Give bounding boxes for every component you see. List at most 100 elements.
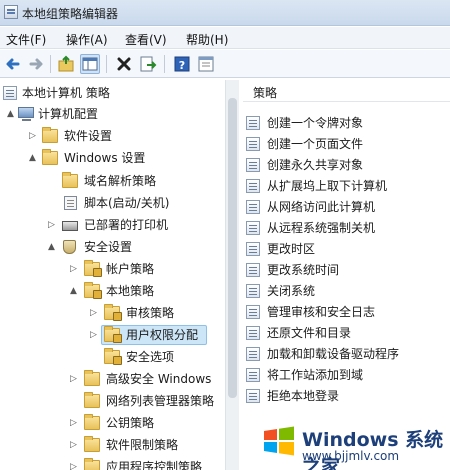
folder-icon (84, 370, 100, 386)
list-item-label: 从扩展坞上取下计算机 (267, 179, 388, 193)
list-item[interactable]: 管理审核和安全日志 (243, 302, 450, 322)
tree-item-software-restriction[interactable]: ▷ 软件限制策略 (0, 435, 224, 455)
tree-item-app-control-policies[interactable]: ▷ 应用程序控制策略 (0, 457, 224, 470)
menu-help[interactable]: 帮助(H) (186, 31, 228, 48)
document-icon (64, 196, 77, 210)
tree-scrollbar[interactable] (225, 80, 239, 470)
policy-icon (246, 326, 260, 340)
list-item[interactable]: 关闭系统 (243, 281, 450, 301)
tree-item-software-settings[interactable]: ▷ 软件设置 (0, 126, 224, 146)
computer-icon (18, 107, 34, 121)
list-item-label: 从网络访问此计算机 (267, 200, 376, 214)
list-item-label: 创建一个页面文件 (267, 137, 364, 151)
list-item[interactable]: 创建一个令牌对象 (243, 113, 450, 133)
expand-chevron-icon[interactable]: ▷ (90, 325, 97, 345)
collapse-chevron-icon[interactable]: ▲ (7, 104, 14, 124)
export-icon[interactable] (138, 54, 158, 74)
list-item[interactable]: 加载和卸载设备驱动程序 (243, 344, 450, 364)
list-item[interactable]: 从扩展坞上取下计算机 (243, 176, 450, 196)
list-item-label: 管理审核和安全日志 (267, 305, 376, 319)
tree-item-security-settings[interactable]: ▲ 安全设置 (0, 237, 224, 257)
expand-chevron-icon[interactable]: ▷ (70, 413, 77, 433)
tree-item-label: 网络列表管理器策略 (106, 394, 215, 408)
list-item[interactable]: 创建永久共享对象 (243, 155, 450, 175)
expand-chevron-icon[interactable]: ▷ (70, 369, 77, 389)
list-item[interactable]: 拒绝本地登录 (243, 386, 450, 406)
folder-lock-icon (104, 304, 122, 321)
tree-item-user-rights-assignment[interactable]: ▷ 用户权限分配 (0, 325, 224, 345)
toolbar-separator (50, 55, 51, 73)
properties-icon[interactable] (196, 54, 216, 74)
tree-item-deployed-printers[interactable]: ▷ 已部署的打印机 (0, 215, 224, 235)
list-item[interactable]: 更改时区 (243, 239, 450, 259)
list-item-label: 创建一个令牌对象 (267, 116, 364, 130)
expand-chevron-icon[interactable]: ▷ (48, 215, 55, 235)
expand-chevron-icon[interactable]: ▷ (90, 303, 97, 323)
tree-item-label: 公钥策略 (106, 416, 155, 430)
tree-item-name-resolution-policy[interactable]: 域名解析策略 (0, 171, 224, 191)
tree-item-local-policies[interactable]: ▲ 本地策略 (0, 281, 224, 301)
collapse-chevron-icon[interactable]: ▲ (29, 148, 36, 168)
menu-action[interactable]: 操作(A) (66, 31, 108, 48)
expand-chevron-icon[interactable]: ▷ (70, 457, 77, 470)
folder-lock-icon (104, 348, 122, 365)
tree-item-local-computer-policy[interactable]: 本地计算机 策略 (0, 83, 224, 103)
tree-item-account-policies[interactable]: ▷ 帐户策略 (0, 259, 224, 279)
forward-icon[interactable] (26, 54, 46, 74)
collapse-chevron-icon[interactable]: ▲ (70, 281, 77, 301)
help-icon[interactable]: ? (172, 54, 192, 74)
tree-pane: 本地计算机 策略 ▲ 计算机配置 ▷ 软件设置 ▲ Windows 设置 域名解… (0, 80, 239, 470)
show-hide-tree-icon[interactable] (80, 54, 100, 74)
list-item-label: 关闭系统 (267, 284, 316, 298)
policy-list-pane: 策略 创建一个令牌对象 创建一个页面文件 创建永久共享对象 从扩展坞上取下计算机… (243, 80, 450, 470)
menu-bar: 文件(F) 操作(A) 查看(V) 帮助(H) (0, 27, 450, 49)
tree-item-computer-config[interactable]: ▲ 计算机配置 (0, 104, 224, 124)
list-item-label: 拒绝本地登录 (267, 389, 340, 403)
toolbar: ? (0, 50, 450, 78)
tree-item-windows-settings[interactable]: ▲ Windows 设置 (0, 148, 224, 168)
tree-item-label: 应用程序控制策略 (106, 460, 203, 470)
tree-item-label: 已部署的打印机 (84, 218, 169, 232)
policy-icon (246, 158, 260, 172)
delete-icon[interactable] (114, 54, 134, 74)
up-folder-icon[interactable] (56, 54, 76, 74)
expand-chevron-icon[interactable]: ▷ (70, 259, 77, 279)
tree-item-public-key-policies[interactable]: ▷ 公钥策略 (0, 413, 224, 433)
collapse-chevron-icon[interactable]: ▲ (48, 237, 55, 257)
column-header-label: 策略 (253, 86, 278, 100)
list-item[interactable]: 还原文件和目录 (243, 323, 450, 343)
tree-item-label: 软件设置 (64, 129, 113, 143)
policy-icon (246, 284, 260, 298)
list-item[interactable]: 将工作站添加到域 (243, 365, 450, 385)
menu-file[interactable]: 文件(F) (6, 31, 46, 48)
list-item-label: 创建永久共享对象 (267, 158, 364, 172)
tree-item-advanced-security[interactable]: ▷ 高级安全 Windows (0, 369, 224, 389)
list-item[interactable]: 从网络访问此计算机 (243, 197, 450, 217)
column-header-policy[interactable]: 策略 (243, 80, 450, 102)
tree-item-network-list-manager[interactable]: 网络列表管理器策略 (0, 391, 224, 411)
list-item[interactable]: 创建一个页面文件 (243, 134, 450, 154)
expand-chevron-icon[interactable]: ▷ (70, 435, 77, 455)
tree-item-label: 帐户策略 (106, 262, 155, 276)
folder-lock-icon (84, 282, 102, 299)
menu-view[interactable]: 查看(V) (125, 31, 167, 48)
scrollbar-thumb[interactable] (228, 98, 237, 398)
app-icon (4, 5, 18, 19)
tree-item-label: 用户权限分配 (126, 328, 199, 342)
folder-icon (42, 127, 58, 143)
tree-item-label: 计算机配置 (38, 107, 99, 121)
tree-item-scripts[interactable]: 脚本(启动/关机) (0, 193, 224, 213)
toolbar-separator (164, 55, 165, 73)
tree-item-audit-policy[interactable]: ▷ 审核策略 (0, 303, 224, 323)
expand-chevron-icon[interactable]: ▷ (29, 126, 36, 146)
back-icon[interactable] (3, 54, 23, 74)
watermark-url: www.bjjmlv.com (302, 449, 400, 463)
watermark: Windows 系统之家 www.bjjmlv.com (262, 418, 448, 470)
policy-icon (246, 389, 260, 403)
list-item[interactable]: 更改系统时间 (243, 260, 450, 280)
tree-item-security-options[interactable]: 安全选项 (0, 347, 224, 367)
folder-icon (62, 172, 78, 188)
list-item[interactable]: 从远程系统强制关机 (243, 218, 450, 238)
tree-item-label: 安全选项 (126, 350, 175, 364)
tree-item-label: Windows 设置 (64, 151, 146, 165)
